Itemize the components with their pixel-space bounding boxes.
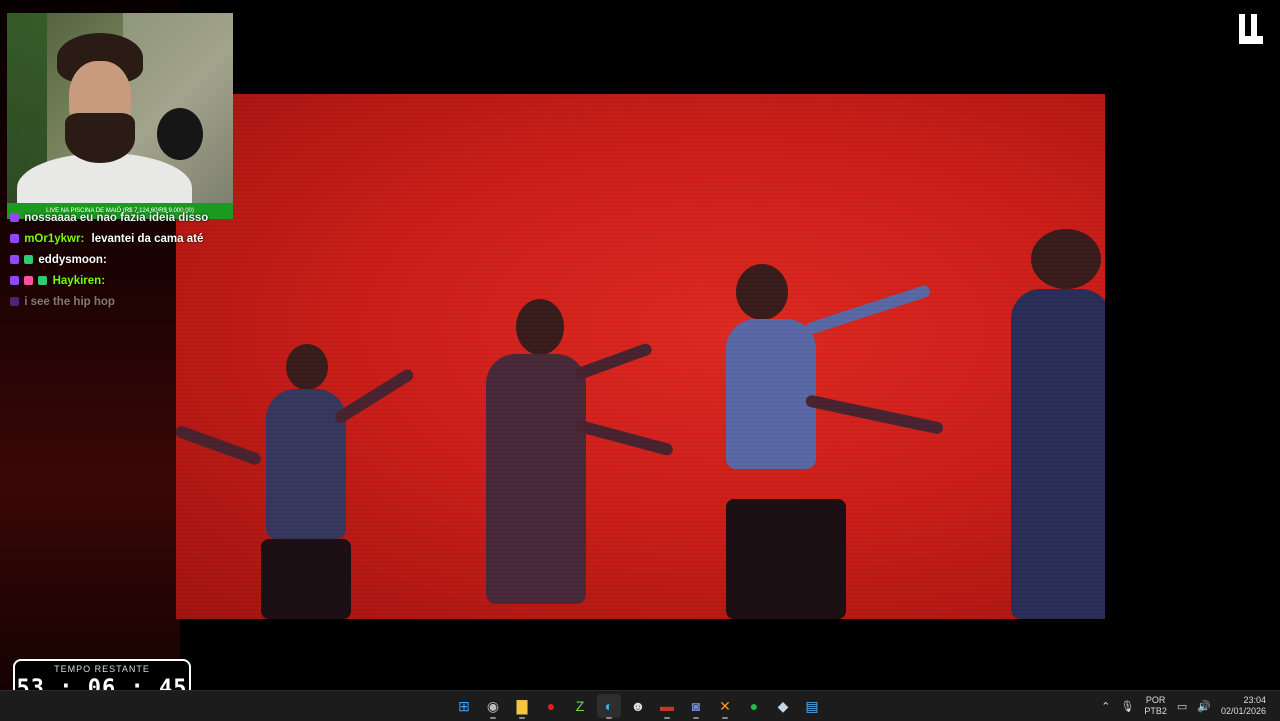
windows-taskbar: ⊞ ◉ ▇ ● Z ◐ ☻ ▬ ◙ ✕ ● ◆ ▤ ⌃ 🎙 POR PTB2 ▭ 🔊 23:04 02/… (0, 690, 1280, 721)
windows-start-icon[interactable]: ⊞ (452, 694, 476, 718)
obs-icon[interactable]: ◉ (481, 694, 505, 719)
chat-message: Haykiren: (10, 275, 230, 287)
ghost-app-icon[interactable]: ☻ (626, 694, 650, 718)
edge-icon[interactable]: ◐ (597, 694, 621, 719)
system-clock[interactable]: 23:04 02/01/2026 (1221, 695, 1266, 717)
discord-icon[interactable]: ◙ (684, 694, 708, 719)
chat-overlay: nossaaaa eu nao fazia ideia disso mOr1yk… (10, 212, 230, 317)
system-tray: ⌃ 🎙 POR PTB2 ▭ 🔊 23:04 02/01/2026 (1101, 691, 1280, 721)
badge-icon (38, 276, 48, 285)
taskbar-apps: ⊞ ◉ ▇ ● Z ◐ ☻ ▬ ◙ ✕ ● ◆ ▤ (452, 694, 824, 719)
badge-icon (10, 213, 19, 222)
video-player[interactable] (176, 94, 1105, 619)
badge-icon (10, 276, 19, 285)
volume-icon[interactable]: 🔊 (1197, 700, 1211, 713)
spotify-icon[interactable]: ● (742, 694, 766, 718)
language-indicator[interactable]: POR PTB2 (1144, 695, 1167, 717)
channel-logo-icon (1239, 14, 1263, 44)
chat-username: mOr1ykwr: (24, 233, 85, 245)
badge-icon (24, 276, 34, 285)
chat-text: i see the hip hop (24, 296, 115, 308)
badge-icon (24, 255, 34, 264)
chat-message: i see the hip hop (10, 296, 230, 308)
chat-username: eddysmoon: (38, 254, 107, 266)
hidden-app-icon[interactable]: ▬ (655, 694, 679, 719)
chat-username: Haykiren: (52, 275, 106, 287)
chat-message: eddysmoon: (10, 254, 230, 266)
git-icon[interactable]: ✕ (713, 694, 737, 719)
chat-message: nossaaaa eu nao fazia ideia disso (10, 212, 230, 224)
network-icon[interactable]: ▭ (1177, 700, 1187, 713)
steam-icon[interactable]: ◆ (771, 694, 795, 718)
timer-label: TEMPO RESTANTE (54, 664, 150, 674)
chat-text: levantei da cama até (91, 233, 204, 245)
chevron-up-icon[interactable]: ⌃ (1101, 700, 1110, 713)
app-red-icon[interactable]: ● (539, 694, 563, 718)
badge-icon (10, 297, 19, 306)
file-explorer-icon[interactable]: ▇ (510, 694, 534, 719)
microphone (157, 108, 203, 160)
notepad-plus-icon[interactable]: Z (568, 694, 592, 718)
chat-message: mOr1ykwr: levantei da cama até (10, 233, 230, 245)
microphone-icon[interactable]: 🎙 (1120, 700, 1134, 713)
badge-icon (10, 234, 19, 243)
webcam-overlay: LIVE NA PISCINA DE MAIÔ (R$ 7.124,60/R$ … (7, 13, 233, 219)
badge-icon (10, 255, 19, 264)
notepad-icon[interactable]: ▤ (800, 694, 824, 718)
